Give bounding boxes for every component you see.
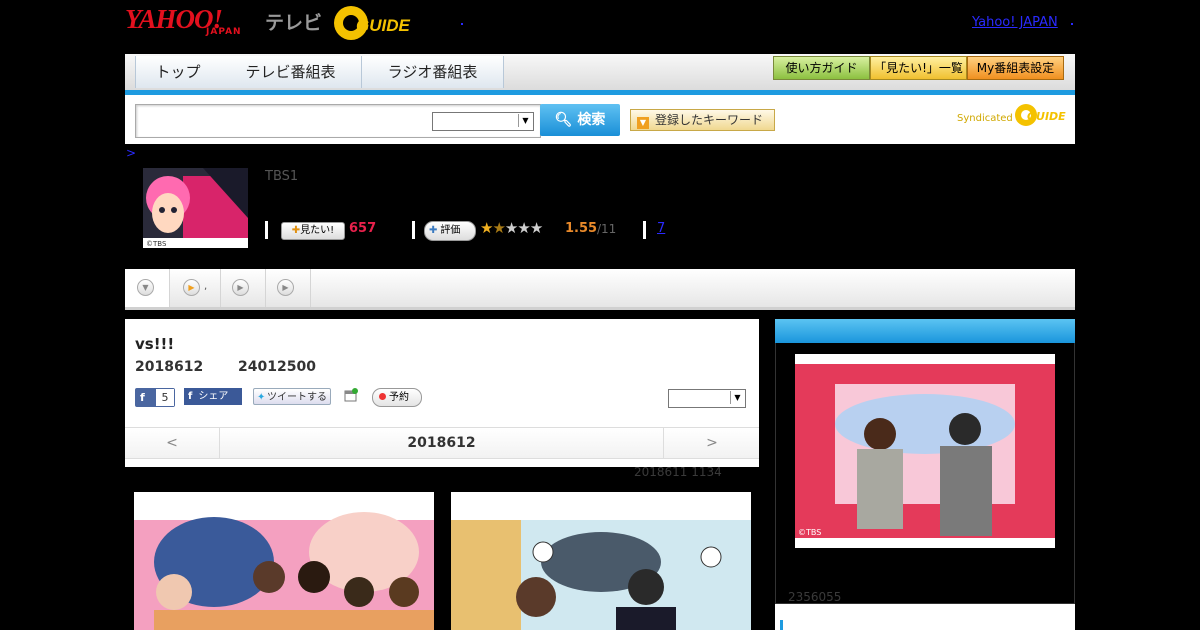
date-navigation: < 2018612 > bbox=[125, 427, 759, 459]
search-button-label: 検索 bbox=[577, 112, 606, 128]
want-to-watch-button[interactable]: ✚見たい! bbox=[281, 222, 345, 240]
nav-tab-tv-schedule[interactable]: テレビ番組表 bbox=[220, 56, 362, 88]
next-date-button[interactable]: > bbox=[663, 428, 760, 458]
play-icon: ▶ bbox=[232, 279, 249, 296]
tweet-button[interactable]: ✦ ツイートする bbox=[253, 388, 331, 405]
star-icon: ★ bbox=[480, 219, 493, 237]
program-tabs: ▼ ▶ , ▶ ▶ bbox=[125, 269, 1075, 310]
facebook-share-button[interactable]: f シェア bbox=[184, 388, 242, 405]
gguide-logo-text: GUIDE bbox=[356, 16, 410, 35]
facebook-icon: f bbox=[188, 391, 193, 402]
gguide-logo[interactable]: GUIDE bbox=[334, 6, 434, 40]
search-bar: ▼ 🔍︎ 検索 ▼ 登録したキーワード Syndicated GUIDE bbox=[125, 95, 1075, 144]
sidebar-bottom-accent bbox=[780, 620, 783, 630]
info-divider bbox=[643, 221, 646, 239]
nav-tab-top[interactable]: トップ bbox=[135, 56, 221, 88]
thumbnail-caption: ©TBS bbox=[146, 240, 167, 248]
program-time: 24012500 bbox=[238, 359, 316, 375]
tab-0[interactable]: ▼ bbox=[125, 269, 170, 307]
current-date-label: 2018612 bbox=[407, 435, 476, 451]
updated-timestamp: 2018611 1134 bbox=[634, 465, 722, 479]
tv-logo[interactable]: テレビ bbox=[265, 8, 322, 35]
program-photo-1-art bbox=[134, 492, 434, 630]
program-date: 2018612 bbox=[135, 359, 204, 375]
star-icon: ★ bbox=[517, 219, 530, 237]
program-photo-2[interactable] bbox=[451, 492, 751, 630]
chevron-down-icon: ▼ bbox=[518, 114, 532, 127]
record-dot-icon bbox=[379, 393, 386, 400]
twitter-bird-icon: ✦ bbox=[257, 392, 266, 403]
facebook-share-label: シェア bbox=[198, 391, 229, 402]
want-list-button[interactable]: 「見たい!」一覧 bbox=[870, 56, 967, 80]
sidebar-bottom-panel bbox=[775, 604, 1075, 630]
search-category-select[interactable]: ▼ bbox=[432, 112, 534, 131]
header-link-dot-right bbox=[1071, 23, 1073, 25]
my-schedule-settings-button[interactable]: My番組表設定 bbox=[967, 56, 1064, 80]
tab-1-label: , bbox=[204, 281, 208, 292]
facebook-like-button[interactable]: f 5 bbox=[135, 388, 175, 407]
sidebar-image-caption: ©TBS bbox=[798, 528, 821, 537]
search-icon: 🔍︎ bbox=[554, 112, 573, 128]
reserve-label: 予約 bbox=[389, 392, 409, 403]
review-count-link[interactable]: 7 bbox=[657, 221, 665, 236]
want-to-watch-count: 657 bbox=[349, 221, 377, 236]
program-photo-1[interactable] bbox=[134, 492, 434, 630]
yahoo-japan-link[interactable]: Yahoo! JAPAN bbox=[972, 15, 1058, 30]
chevron-down-icon: ▼ bbox=[137, 279, 154, 296]
program-detail: vs!!! 2018612 24012500 f 5 f シェア ✦ ツイートする … bbox=[125, 319, 759, 467]
plus-icon: ✚ bbox=[429, 225, 438, 236]
program-title: vs!!! bbox=[135, 335, 175, 353]
rate-button[interactable]: ✚ 評価 bbox=[424, 221, 476, 241]
saved-keywords-button[interactable]: ▼ 登録したキーワード bbox=[630, 109, 775, 131]
rating-score: 1.55 bbox=[565, 221, 598, 236]
main-nav: トップ テレビ番組表 ラジオ番組表 使い方ガイド 「見たい!」一覧 My番組表設… bbox=[125, 54, 1075, 90]
star-icon: ★ bbox=[504, 219, 518, 237]
syndicated-label: Syndicated bbox=[957, 113, 1013, 124]
plus-icon: ✚ bbox=[291, 225, 301, 236]
facebook-like-count: 5 bbox=[156, 389, 174, 406]
sidebar-header bbox=[775, 319, 1075, 343]
rate-label: 評価 bbox=[440, 225, 461, 236]
program-thumbnail-art: ©TBS bbox=[143, 168, 248, 248]
header-link-dot bbox=[461, 23, 463, 25]
rating-count: /11 bbox=[597, 222, 617, 236]
program-thumbnail[interactable]: ©TBS bbox=[143, 168, 248, 248]
want-to-watch-label: 見たい! bbox=[300, 225, 335, 236]
channel-name: TBS1 bbox=[265, 169, 299, 184]
syndicated-brand: GUIDE bbox=[1027, 110, 1066, 123]
tab-3[interactable]: ▶ bbox=[266, 269, 311, 307]
star-rating: ★★★★★ bbox=[480, 219, 543, 237]
calendar-add-icon[interactable] bbox=[344, 388, 358, 402]
detail-select[interactable]: ▼ bbox=[668, 389, 746, 408]
dropdown-triangle-icon: ▼ bbox=[637, 117, 649, 129]
tweet-label: ツイートする bbox=[267, 392, 327, 403]
sidebar-image[interactable]: ©TBS bbox=[795, 354, 1055, 548]
tab-1[interactable]: ▶ , bbox=[170, 269, 221, 307]
facebook-icon: f bbox=[140, 391, 145, 404]
play-icon: ▶ bbox=[277, 279, 294, 296]
yahoo-japan-logo-sub: JAPAN bbox=[206, 27, 242, 37]
sidebar-count: 2356055 bbox=[788, 590, 842, 604]
info-divider bbox=[265, 221, 268, 239]
star-icon: ★ bbox=[492, 219, 505, 237]
breadcrumb[interactable]: > bbox=[126, 146, 136, 160]
prev-date-button[interactable]: < bbox=[125, 428, 220, 458]
info-divider bbox=[412, 221, 415, 239]
program-photo-2-art bbox=[451, 492, 751, 630]
tab-2[interactable]: ▶ bbox=[221, 269, 266, 307]
sidebar-image-art: ©TBS bbox=[795, 354, 1055, 548]
nav-tab-radio-schedule[interactable]: ラジオ番組表 bbox=[362, 56, 504, 88]
saved-keywords-label: 登録したキーワード bbox=[655, 113, 764, 127]
syndicated-gguide-logo: Syndicated GUIDE bbox=[957, 104, 1067, 134]
search-button[interactable]: 🔍︎ 検索 bbox=[540, 104, 620, 136]
play-icon: ▶ bbox=[183, 279, 200, 296]
star-icon: ★ bbox=[529, 219, 543, 237]
chevron-down-icon: ▼ bbox=[730, 391, 744, 404]
reserve-button[interactable]: 予約 bbox=[372, 388, 422, 407]
usage-guide-button[interactable]: 使い方ガイド bbox=[773, 56, 870, 80]
